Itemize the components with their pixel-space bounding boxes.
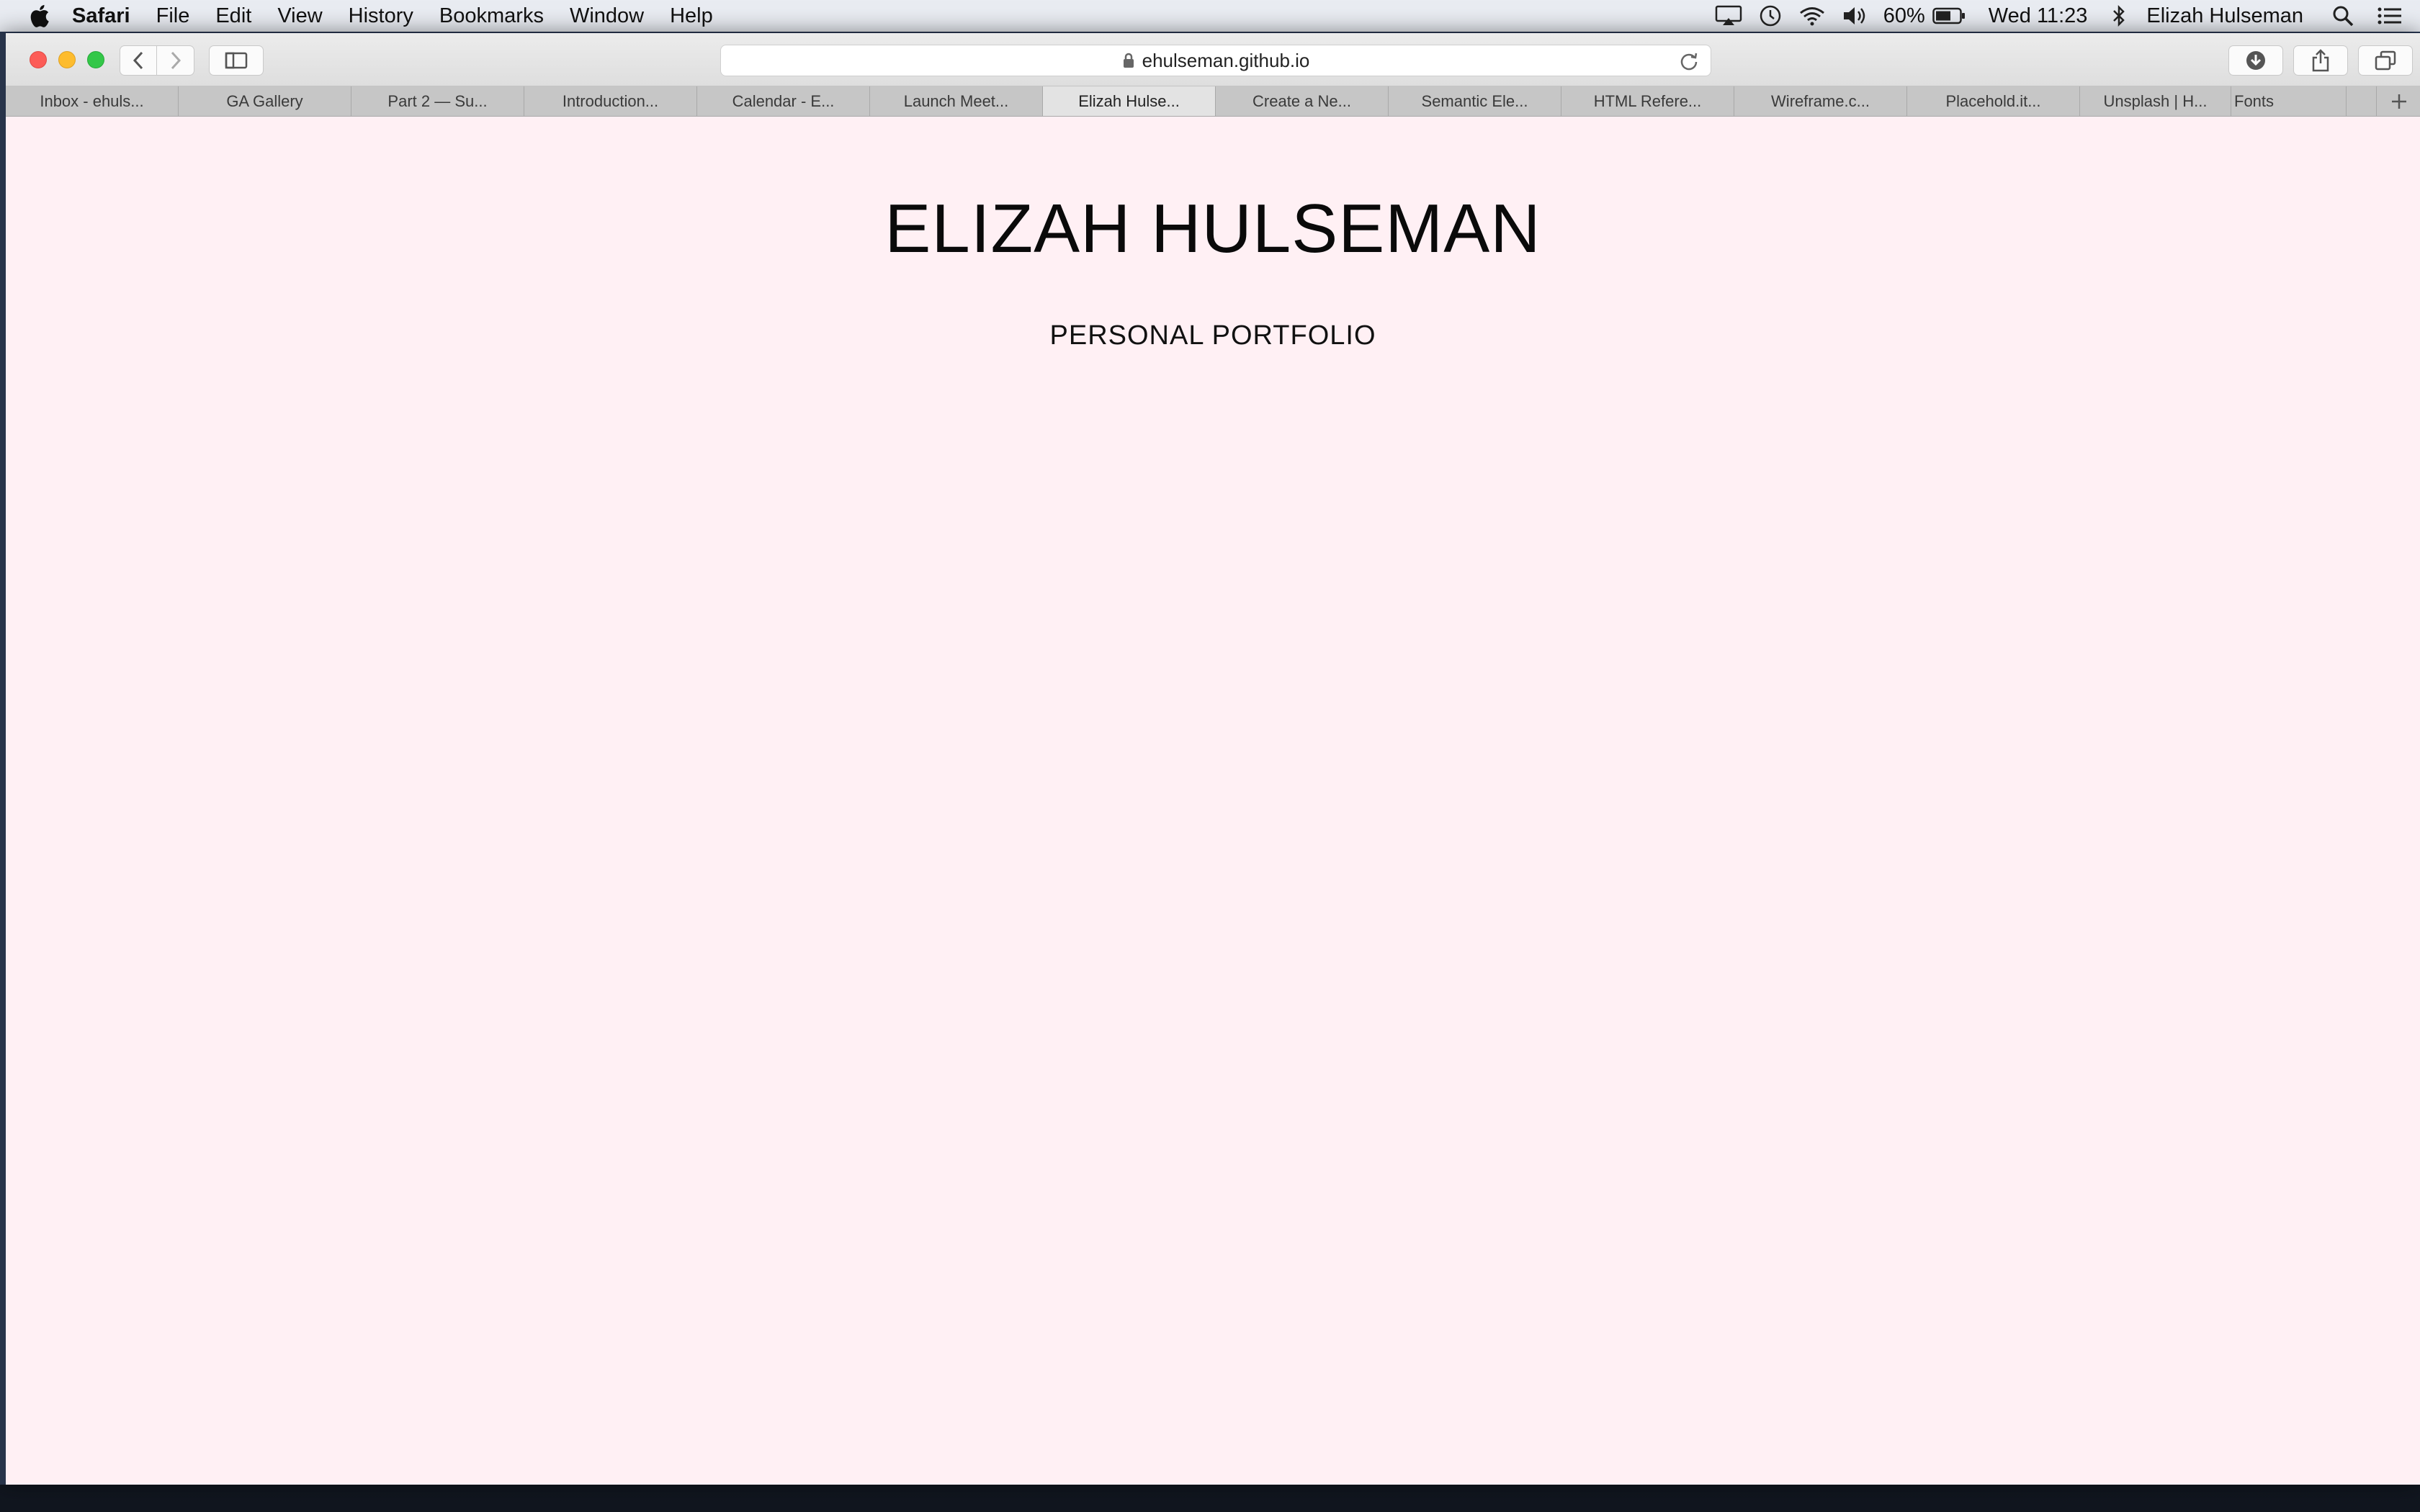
browser-toolbar: ehulseman.github.io bbox=[6, 33, 2420, 86]
menu-bookmarks[interactable]: Bookmarks bbox=[439, 4, 544, 28]
lock-icon bbox=[1123, 53, 1134, 68]
time-machine-icon[interactable] bbox=[1758, 4, 1783, 28]
new-tab-button[interactable] bbox=[2378, 86, 2420, 116]
tab-overview-button[interactable] bbox=[2358, 45, 2413, 76]
apple-icon[interactable] bbox=[27, 3, 50, 29]
tab-placeholdit[interactable]: Placehold.it... bbox=[1907, 86, 2080, 116]
download-icon bbox=[2246, 51, 2265, 70]
battery-percent: 60% bbox=[1883, 4, 1925, 27]
menu-bar: Safari File Edit View History Bookmarks … bbox=[0, 0, 2420, 32]
notification-center-icon[interactable] bbox=[2377, 6, 2403, 26]
page-title: ELIZAH HULSEMAN bbox=[884, 190, 1541, 267]
tab-fonts[interactable]: Fonts bbox=[2231, 86, 2347, 116]
reload-icon[interactable] bbox=[1679, 51, 1699, 71]
menu-view[interactable]: View bbox=[277, 4, 322, 28]
menu-file[interactable]: File bbox=[156, 4, 190, 28]
safari-window: ehulseman.github.io Inbox - ehuls... GA … bbox=[0, 33, 2420, 1485]
tab-launch-meet[interactable]: Launch Meet... bbox=[870, 86, 1043, 116]
menu-help[interactable]: Help bbox=[670, 4, 713, 28]
minimize-window-button[interactable] bbox=[58, 51, 76, 68]
tab-elizah-hulseman-active[interactable]: Elizah Hulse... bbox=[1043, 86, 1216, 116]
menu-edit[interactable]: Edit bbox=[215, 4, 251, 28]
close-window-button[interactable] bbox=[30, 51, 47, 68]
forward-button[interactable] bbox=[157, 45, 194, 76]
menubar-user[interactable]: Elizah Hulseman bbox=[2146, 4, 2303, 28]
spotlight-search-icon[interactable] bbox=[2332, 5, 2354, 27]
web-page-content: ELIZAH HULSEMAN PERSONAL PORTFOLIO bbox=[6, 117, 2420, 1485]
airplay-icon[interactable] bbox=[1715, 5, 1742, 27]
tab-html-reference[interactable]: HTML Refere... bbox=[1561, 86, 1734, 116]
tab-inbox[interactable]: Inbox - ehuls... bbox=[6, 86, 179, 116]
share-button[interactable] bbox=[2293, 45, 2348, 76]
wifi-icon[interactable] bbox=[1798, 5, 1826, 27]
tab-semantic-elements[interactable]: Semantic Ele... bbox=[1389, 86, 1561, 116]
menubar-clock[interactable]: Wed 11:23 bbox=[1989, 4, 2088, 28]
share-icon bbox=[2312, 49, 2329, 72]
tab-bar: Inbox - ehuls... GA Gallery Part 2 — Su.… bbox=[6, 86, 2420, 117]
back-button[interactable] bbox=[120, 45, 157, 76]
tab-introduction[interactable]: Introduction... bbox=[524, 86, 697, 116]
battery-icon[interactable] bbox=[1932, 7, 1966, 24]
tab-wireframe[interactable]: Wireframe.c... bbox=[1734, 86, 1907, 116]
tab-create-a-new[interactable]: Create a Ne... bbox=[1216, 86, 1389, 116]
tab-ga-gallery[interactable]: GA Gallery bbox=[179, 86, 351, 116]
address-bar[interactable]: ehulseman.github.io bbox=[720, 45, 1711, 76]
tab-unsplash[interactable]: Unsplash | H... bbox=[2080, 86, 2231, 116]
url-text: ehulseman.github.io bbox=[1142, 49, 1310, 71]
chevron-left-icon bbox=[133, 51, 143, 70]
tab-overview-icon bbox=[2375, 50, 2396, 71]
zoom-window-button[interactable] bbox=[87, 51, 104, 68]
downloads-button[interactable] bbox=[2228, 45, 2283, 76]
status-area: 60% Wed 11:23 Elizah Hulseman bbox=[1715, 0, 2420, 32]
menu-history[interactable]: History bbox=[349, 4, 413, 28]
menu-window[interactable]: Window bbox=[570, 4, 644, 28]
volume-icon[interactable] bbox=[1842, 5, 1868, 27]
chevron-right-icon bbox=[171, 51, 181, 70]
sidebar-icon bbox=[225, 52, 248, 69]
tab-calendar[interactable]: Calendar - E... bbox=[697, 86, 870, 116]
menu-app-name[interactable]: Safari bbox=[72, 4, 130, 28]
sidebar-toggle-button[interactable] bbox=[209, 45, 264, 76]
bluetooth-icon[interactable] bbox=[2112, 4, 2126, 27]
tab-part-2[interactable]: Part 2 — Su... bbox=[351, 86, 524, 116]
plus-icon bbox=[2392, 94, 2406, 109]
tab-overflow-spacer bbox=[2347, 86, 2377, 116]
page-subtitle: PERSONAL PORTFOLIO bbox=[1049, 320, 1376, 351]
